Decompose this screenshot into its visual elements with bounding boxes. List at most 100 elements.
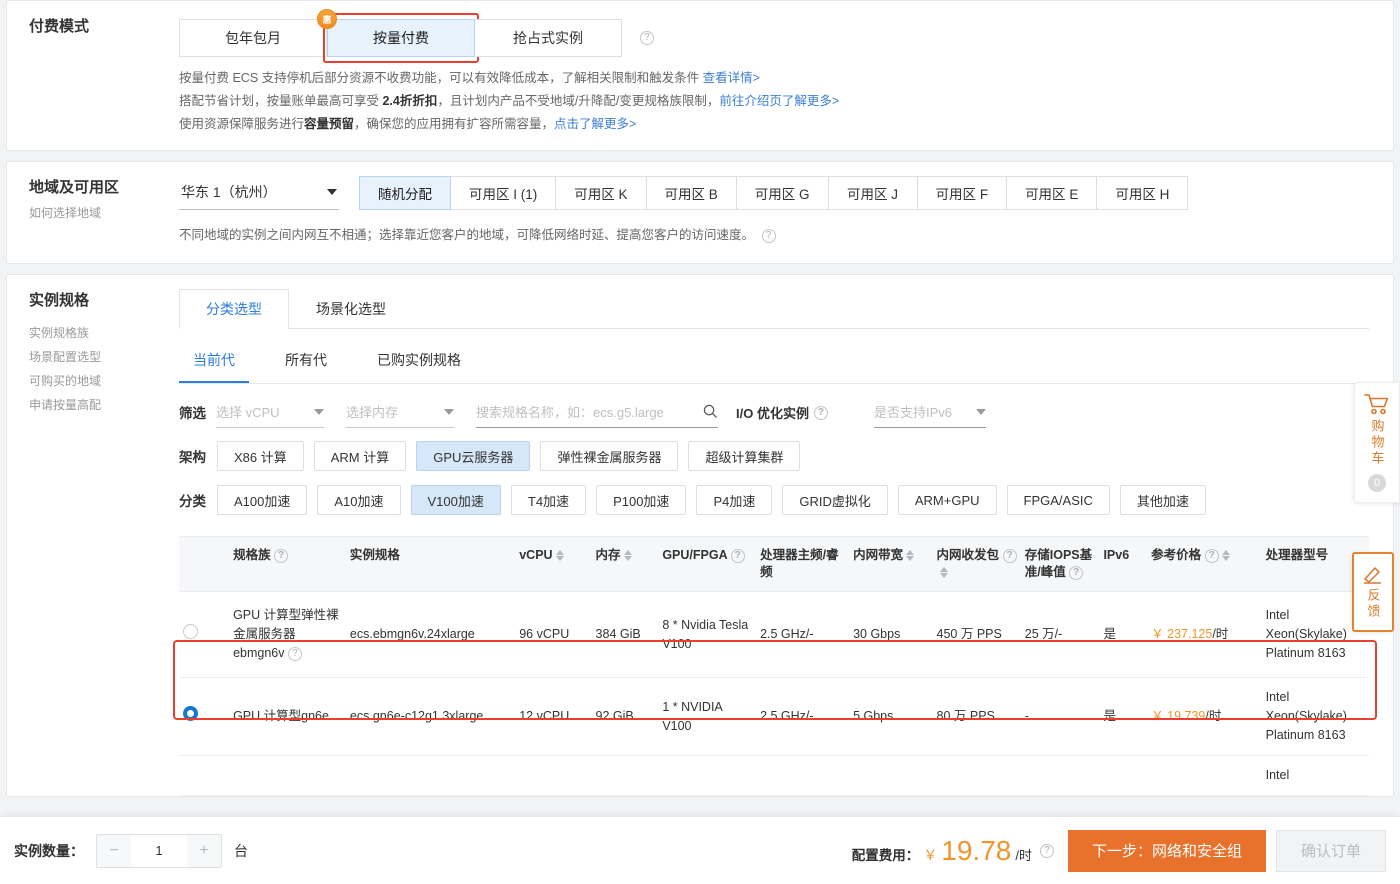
quantity-value[interactable]: 1 <box>131 835 187 867</box>
th-price-help-icon[interactable]: ? <box>1205 549 1219 563</box>
spec-search-input[interactable]: 搜索规格名称，如：ecs.g5.large <box>476 402 718 428</box>
arch-chip-gpu-label: GPU云服务器 <box>433 447 513 466</box>
th-iops-help-icon[interactable]: ? <box>1069 566 1083 580</box>
zone-item-8[interactable]: 可用区 H <box>1096 176 1188 210</box>
th-iops: 存储IOPS基准/峰值 ? <box>1021 537 1100 592</box>
category-chip-fpga[interactable]: FPGA/ASIC <box>1007 485 1110 515</box>
shopping-cart-widget[interactable]: 购物车 0 <box>1354 382 1400 503</box>
io-optimized-help-icon[interactable]: ? <box>814 406 828 420</box>
sort-icon <box>1222 550 1230 561</box>
payment-option-subscription[interactable]: 包年包月 <box>179 19 327 57</box>
category-chip-t4[interactable]: T4加速 <box>511 485 586 515</box>
quantity-decrease-button[interactable]: − <box>97 835 131 867</box>
spec-link-regions[interactable]: 可购买的地域 <box>7 372 179 389</box>
zone-item-2[interactable]: 可用区 K <box>555 176 646 210</box>
zone-item-5[interactable]: 可用区 J <box>828 176 918 210</box>
row-0-family-help-icon[interactable]: ? <box>288 647 302 661</box>
th-vcpu[interactable]: vCPU <box>515 537 591 592</box>
category-chip-p4[interactable]: P4加速 <box>696 485 772 515</box>
th-select <box>179 537 229 592</box>
th-bandwidth[interactable]: 内网带宽 <box>849 537 932 592</box>
th-pps[interactable]: 内网收发包 ? <box>933 537 1021 592</box>
category-chip-p100[interactable]: P100加速 <box>596 485 686 515</box>
tab-current-gen[interactable]: 当前代 <box>179 341 249 383</box>
zone-item-6[interactable]: 可用区 F <box>917 176 1008 210</box>
payment-option-spot[interactable]: 抢占式实例 <box>474 19 622 57</box>
row-0-radio-cell[interactable] <box>179 592 229 678</box>
spec-table-head: 规格族 ? 实例规格 vCPU 内存 GPU/FPGA ? 处理器主频/睿频 内… <box>179 537 1369 592</box>
configuration-fee-label: 配置费用： <box>852 844 920 864</box>
memory-select-placeholder: 选择内存 <box>346 402 398 421</box>
category-chip-grid[interactable]: GRID虚拟化 <box>782 485 888 515</box>
category-chip-other[interactable]: 其他加速 <box>1120 485 1206 515</box>
confirm-order-button[interactable]: 确认订单 <box>1276 830 1386 872</box>
spec-link-scenario[interactable]: 场景配置选型 <box>7 348 179 365</box>
category-chip-a10[interactable]: A10加速 <box>317 485 400 515</box>
next-step-button[interactable]: 下一步：网络和安全组 <box>1068 830 1266 872</box>
zone-item-7[interactable]: 可用区 E <box>1006 176 1097 210</box>
quantity-increase-button[interactable]: + <box>187 835 221 867</box>
tab-scenario-selection[interactable]: 场景化选型 <box>289 289 413 329</box>
row-1-freq: 2.5 GHz/- <box>756 678 849 756</box>
payment-note-1-link[interactable]: 查看详情> <box>703 71 760 85</box>
th-memory[interactable]: 内存 <box>592 537 659 592</box>
zone-item-5-label: 可用区 J <box>847 183 898 203</box>
category-chip-v100[interactable]: V100加速 <box>411 485 501 515</box>
shopping-cart-count: 0 <box>1368 474 1386 492</box>
row-0-price-value: 237.125 <box>1167 627 1212 641</box>
arch-label: 架构 <box>179 446 217 466</box>
io-optimized-filter[interactable]: I/O 优化实例 ? <box>736 403 828 428</box>
configuration-fee-help-icon[interactable]: ? <box>1040 844 1054 858</box>
row-0-price-unit: /时 <box>1212 627 1228 641</box>
instance-quantity-stepper[interactable]: − 1 + <box>96 834 222 868</box>
row-1-radio-cell[interactable] <box>179 678 229 756</box>
payment-note-2-link[interactable]: 前往介绍页了解更多> <box>719 94 839 108</box>
zone-item-6-label: 可用区 F <box>936 183 989 203</box>
region-select[interactable]: 华东 1（杭州） <box>179 182 339 210</box>
row-2-freq <box>756 756 849 796</box>
tab-purchased-specs[interactable]: 已购实例规格 <box>363 341 475 383</box>
payment-option-payg[interactable]: 按量付费 <box>327 19 475 57</box>
arch-chip-scc[interactable]: 超级计算集群 <box>688 441 800 471</box>
feedback-widget[interactable]: 反馈 <box>1352 552 1394 632</box>
row-2-radio-cell[interactable] <box>179 756 229 796</box>
arch-chip-ebm[interactable]: 弹性裸金属服务器 <box>540 441 678 471</box>
table-row[interactable]: GPU 计算型gn6e ecs.gn6e-c12g1.3xlarge 12 vC… <box>179 678 1369 756</box>
category-chip-a100[interactable]: A100加速 <box>217 485 307 515</box>
th-gpu-help-icon[interactable]: ? <box>731 549 745 563</box>
zone-item-0[interactable]: 随机分配 <box>359 176 451 210</box>
spec-link-family[interactable]: 实例规格族 <box>7 324 179 341</box>
payment-note-3-link[interactable]: 点击了解更多> <box>554 117 636 131</box>
th-bandwidth-label: 内网带宽 <box>853 548 903 562</box>
row-1-vcpu: 12 vCPU <box>515 678 591 756</box>
region-label: 地域及可用区 <box>7 176 179 197</box>
table-row[interactable]: Intel <box>179 756 1369 796</box>
region-note-help-icon[interactable]: ? <box>762 229 776 243</box>
arch-chip-arm[interactable]: ARM 计算 <box>314 441 407 471</box>
th-price[interactable]: 参考价格 ? <box>1147 537 1261 592</box>
arch-chip-gpu[interactable]: GPU云服务器 <box>416 441 530 471</box>
category-chip-armgpu[interactable]: ARM+GPU <box>898 485 997 515</box>
zone-item-4[interactable]: 可用区 G <box>736 176 829 210</box>
th-pps-help-icon[interactable]: ? <box>1003 549 1017 563</box>
arch-chip-x86[interactable]: X86 计算 <box>217 441 304 471</box>
zone-item-1[interactable]: 可用区 I (1) <box>450 176 556 210</box>
tab-category-selection[interactable]: 分类选型 <box>179 289 289 329</box>
shopping-cart-label: 购物车 <box>1368 419 1387 467</box>
zone-tabs: 随机分配 可用区 I (1) 可用区 K 可用区 B 可用区 G 可用区 J 可… <box>359 176 1188 210</box>
zone-item-3[interactable]: 可用区 B <box>646 176 737 210</box>
payment-mode-help-icon[interactable]: ? <box>640 31 654 45</box>
tab-all-gen[interactable]: 所有代 <box>271 341 341 383</box>
ipv6-select[interactable]: 是否支持IPv6 <box>874 402 986 428</box>
vcpu-select[interactable]: 选择 vCPU <box>216 402 324 428</box>
row-2-cpu-model: Intel <box>1262 756 1369 796</box>
row-0-radio[interactable] <box>183 624 198 639</box>
row-1-radio[interactable] <box>183 706 198 721</box>
th-price-label: 参考价格 <box>1151 548 1201 562</box>
spec-link-quota[interactable]: 申请按量高配 <box>7 396 179 413</box>
region-help-link[interactable]: 如何选择地域 <box>7 204 179 221</box>
memory-select[interactable]: 选择内存 <box>346 402 454 428</box>
table-row[interactable]: GPU 计算型弹性裸金属服务器 ebmgn6v ? ecs.ebmgn6v.24… <box>179 592 1369 678</box>
vcpu-select-placeholder: 选择 vCPU <box>216 402 280 421</box>
th-family-help-icon[interactable]: ? <box>274 549 288 563</box>
